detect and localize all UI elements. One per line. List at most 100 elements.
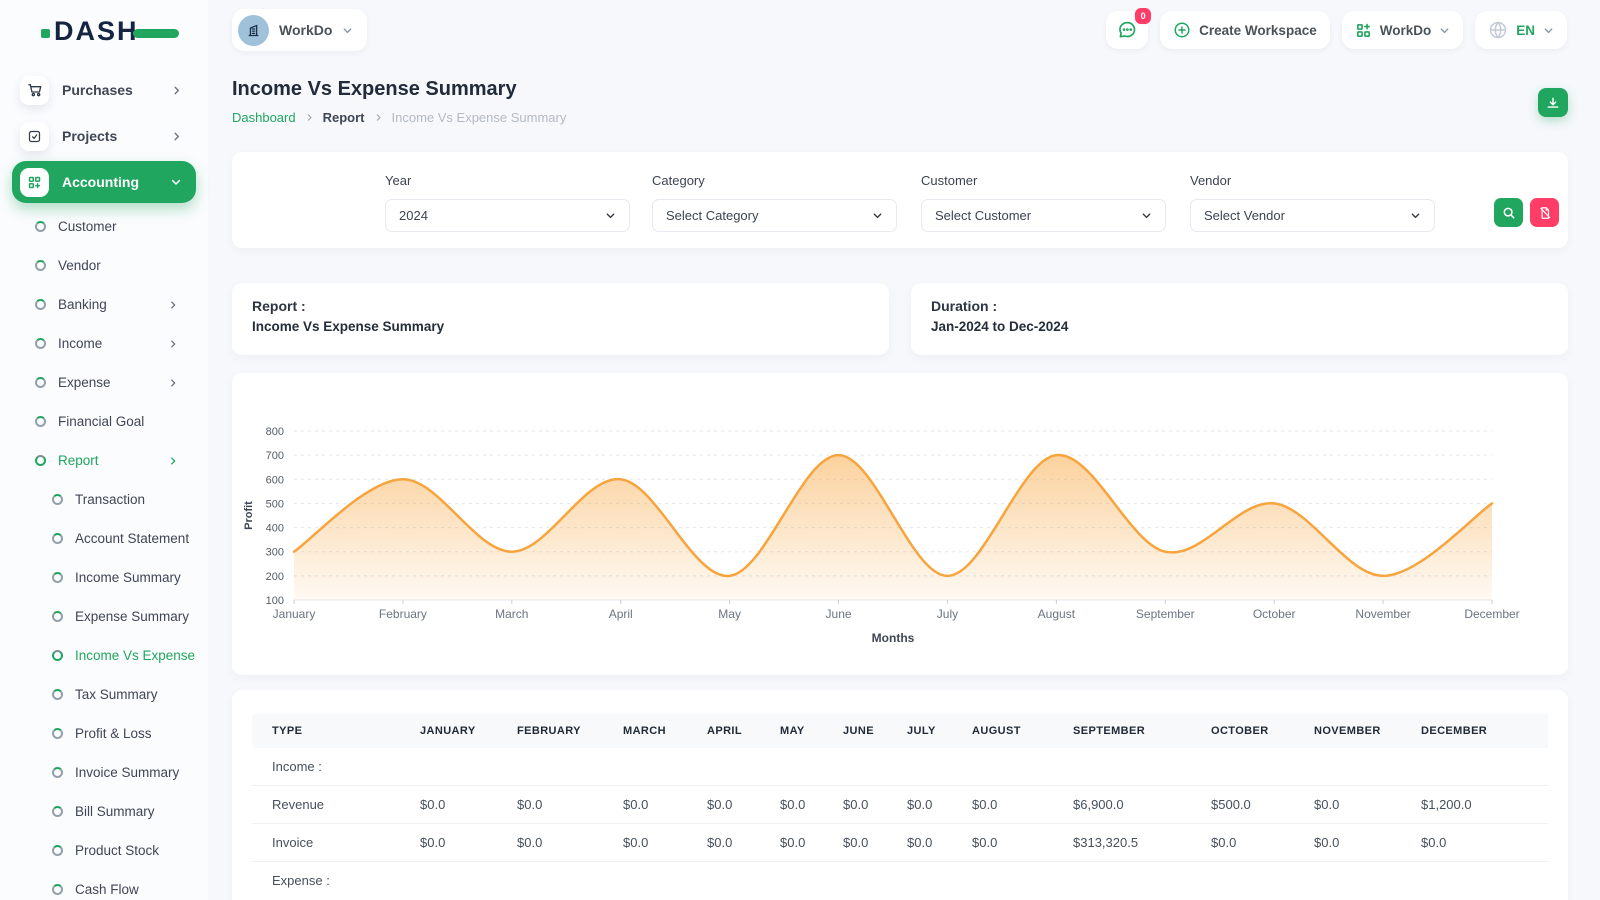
row-label: Invoice — [252, 824, 420, 862]
column-header: MARCH — [623, 714, 707, 748]
sidebar-item-purchases[interactable]: Purchases — [12, 67, 196, 113]
cell-value: $0.0 — [843, 824, 907, 862]
column-header: DECEMBER — [1421, 714, 1548, 748]
bullet-icon — [35, 416, 46, 427]
sidebar-subitem-label: Invoice Summary — [75, 765, 179, 780]
report-table-card: TYPEJANUARYFEBRUARYMARCHAPRILMAYJUNEJULY… — [232, 690, 1568, 900]
workspace-switcher[interactable]: WorkDo — [232, 9, 367, 51]
bullet-icon — [52, 728, 63, 739]
sidebar-subitem[interactable]: Transaction — [0, 480, 208, 519]
sidebar-item-projects[interactable]: Projects — [12, 113, 196, 159]
sidebar-subitem[interactable]: Financial Goal — [0, 402, 208, 441]
sidebar-subitem[interactable]: Income Summary — [0, 558, 208, 597]
filter-card: Year 2024 Category Select Category — [232, 152, 1568, 248]
sidebar-subitem[interactable]: Vendor — [0, 246, 208, 285]
sidebar-subitem[interactable]: Expense — [0, 363, 208, 402]
cell-value: $6,900.0 — [1073, 786, 1211, 824]
sidebar-subitem[interactable]: Customer — [0, 207, 208, 246]
vendor-select[interactable]: Select Vendor — [1190, 199, 1435, 232]
sidebar-subitem[interactable]: Cash Flow — [0, 870, 208, 900]
bullet-icon — [52, 611, 63, 622]
reset-filter-button[interactable] — [1530, 198, 1559, 227]
sidebar-subitem[interactable]: Income — [0, 324, 208, 363]
language-selector[interactable]: EN — [1475, 11, 1567, 49]
chevron-down-icon — [872, 210, 883, 221]
column-header: JANUARY — [420, 714, 517, 748]
sidebar-item-label: Projects — [62, 128, 117, 144]
svg-text:April: April — [609, 607, 633, 621]
sidebar-subitem[interactable]: Product Stock — [0, 831, 208, 870]
sidebar-subitem[interactable]: Report — [0, 441, 208, 480]
svg-text:800: 800 — [266, 426, 284, 438]
bullet-icon — [52, 845, 63, 856]
bullet-icon — [35, 260, 46, 271]
profit-chart-card: 100200300400500600700800 JanuaryFebruary… — [232, 373, 1568, 675]
sidebar-subitem[interactable]: Income Vs Expense — [0, 636, 208, 675]
cell-value: $0.0 — [1314, 786, 1421, 824]
report-value: Income Vs Expense Summary — [252, 319, 869, 334]
column-header: TYPE — [252, 714, 420, 748]
year-select[interactable]: 2024 — [385, 199, 630, 232]
svg-text:November: November — [1355, 607, 1410, 621]
breadcrumb-dashboard[interactable]: Dashboard — [232, 110, 296, 125]
sidebar-subitem-label: Bill Summary — [75, 804, 155, 819]
app-switcher-button[interactable]: WorkDo — [1342, 11, 1464, 49]
create-workspace-label: Create Workspace — [1199, 23, 1317, 38]
svg-text:February: February — [379, 607, 427, 621]
logo-dot-icon — [41, 29, 50, 38]
cell-value: $0.0 — [1421, 824, 1548, 862]
cell-value: $0.0 — [1314, 824, 1421, 862]
sidebar-subitem[interactable]: Bill Summary — [0, 792, 208, 831]
year-label: Year — [385, 173, 411, 188]
svg-text:May: May — [718, 607, 741, 621]
cell-value: $0.0 — [972, 786, 1073, 824]
accounting-submenu: Customer Vendor Banking Income Expense — [0, 207, 208, 900]
vendor-select-value: Select Vendor — [1204, 208, 1285, 223]
chevron-right-icon — [171, 131, 182, 142]
svg-text:July: July — [937, 607, 958, 621]
sidebar: DASH Purchases Projects — [0, 0, 208, 900]
table-row: Income : — [252, 748, 1548, 786]
page-header: Income Vs Expense Summary Dashboard Repo… — [232, 78, 1568, 125]
sidebar-subitem-label: Report — [58, 453, 99, 468]
breadcrumb-report[interactable]: Report — [323, 110, 365, 125]
chevron-down-icon — [170, 176, 182, 188]
bullet-icon — [35, 338, 46, 349]
svg-text:March: March — [495, 607, 528, 621]
cell-value: $0.0 — [707, 786, 780, 824]
sidebar-subitem[interactable]: Invoice Summary — [0, 753, 208, 792]
column-header: SEPTEMBER — [1073, 714, 1211, 748]
sidebar-subitem-label: Account Statement — [75, 531, 189, 546]
duration-value: Jan-2024 to Dec-2024 — [931, 319, 1548, 334]
category-select[interactable]: Select Category — [652, 199, 897, 232]
messages-button[interactable]: 0 — [1106, 11, 1148, 49]
sidebar-item-label: Purchases — [62, 82, 133, 98]
create-workspace-button[interactable]: Create Workspace — [1160, 11, 1330, 49]
app-root: DASH Purchases Projects — [0, 0, 1600, 900]
bullet-icon — [52, 494, 63, 505]
chevron-right-icon — [171, 85, 182, 96]
table-body: Income :Revenue$0.0$0.0$0.0$0.0$0.0$0.0$… — [252, 748, 1548, 899]
table-header-row: TYPEJANUARYFEBRUARYMARCHAPRILMAYJUNEJULY… — [252, 714, 1548, 748]
apps-icon — [20, 168, 49, 197]
income-expense-table: TYPEJANUARYFEBRUARYMARCHAPRILMAYJUNEJULY… — [252, 714, 1548, 899]
sidebar-subitem[interactable]: Expense Summary — [0, 597, 208, 636]
sidebar-item-label: Accounting — [62, 174, 139, 190]
bullet-icon — [35, 299, 46, 310]
sidebar-subitem[interactable]: Profit & Loss — [0, 714, 208, 753]
bullet-icon — [52, 884, 63, 895]
sidebar-item-accounting[interactable]: Accounting — [12, 161, 196, 203]
sidebar-subitem[interactable]: Banking — [0, 285, 208, 324]
sidebar-subitem[interactable]: Account Statement — [0, 519, 208, 558]
cart-icon — [20, 76, 49, 105]
chevron-down-icon — [1410, 210, 1421, 221]
sidebar-subitem-label: Tax Summary — [75, 687, 158, 702]
app-logo[interactable]: DASH — [54, 16, 164, 47]
chevron-down-icon — [1543, 25, 1554, 36]
sidebar-subitem[interactable]: Tax Summary — [0, 675, 208, 714]
svg-text:January: January — [273, 607, 316, 621]
cell-value: $0.0 — [843, 786, 907, 824]
download-button[interactable] — [1538, 88, 1568, 117]
customer-select[interactable]: Select Customer — [921, 199, 1166, 232]
apply-filter-button[interactable] — [1494, 198, 1523, 227]
